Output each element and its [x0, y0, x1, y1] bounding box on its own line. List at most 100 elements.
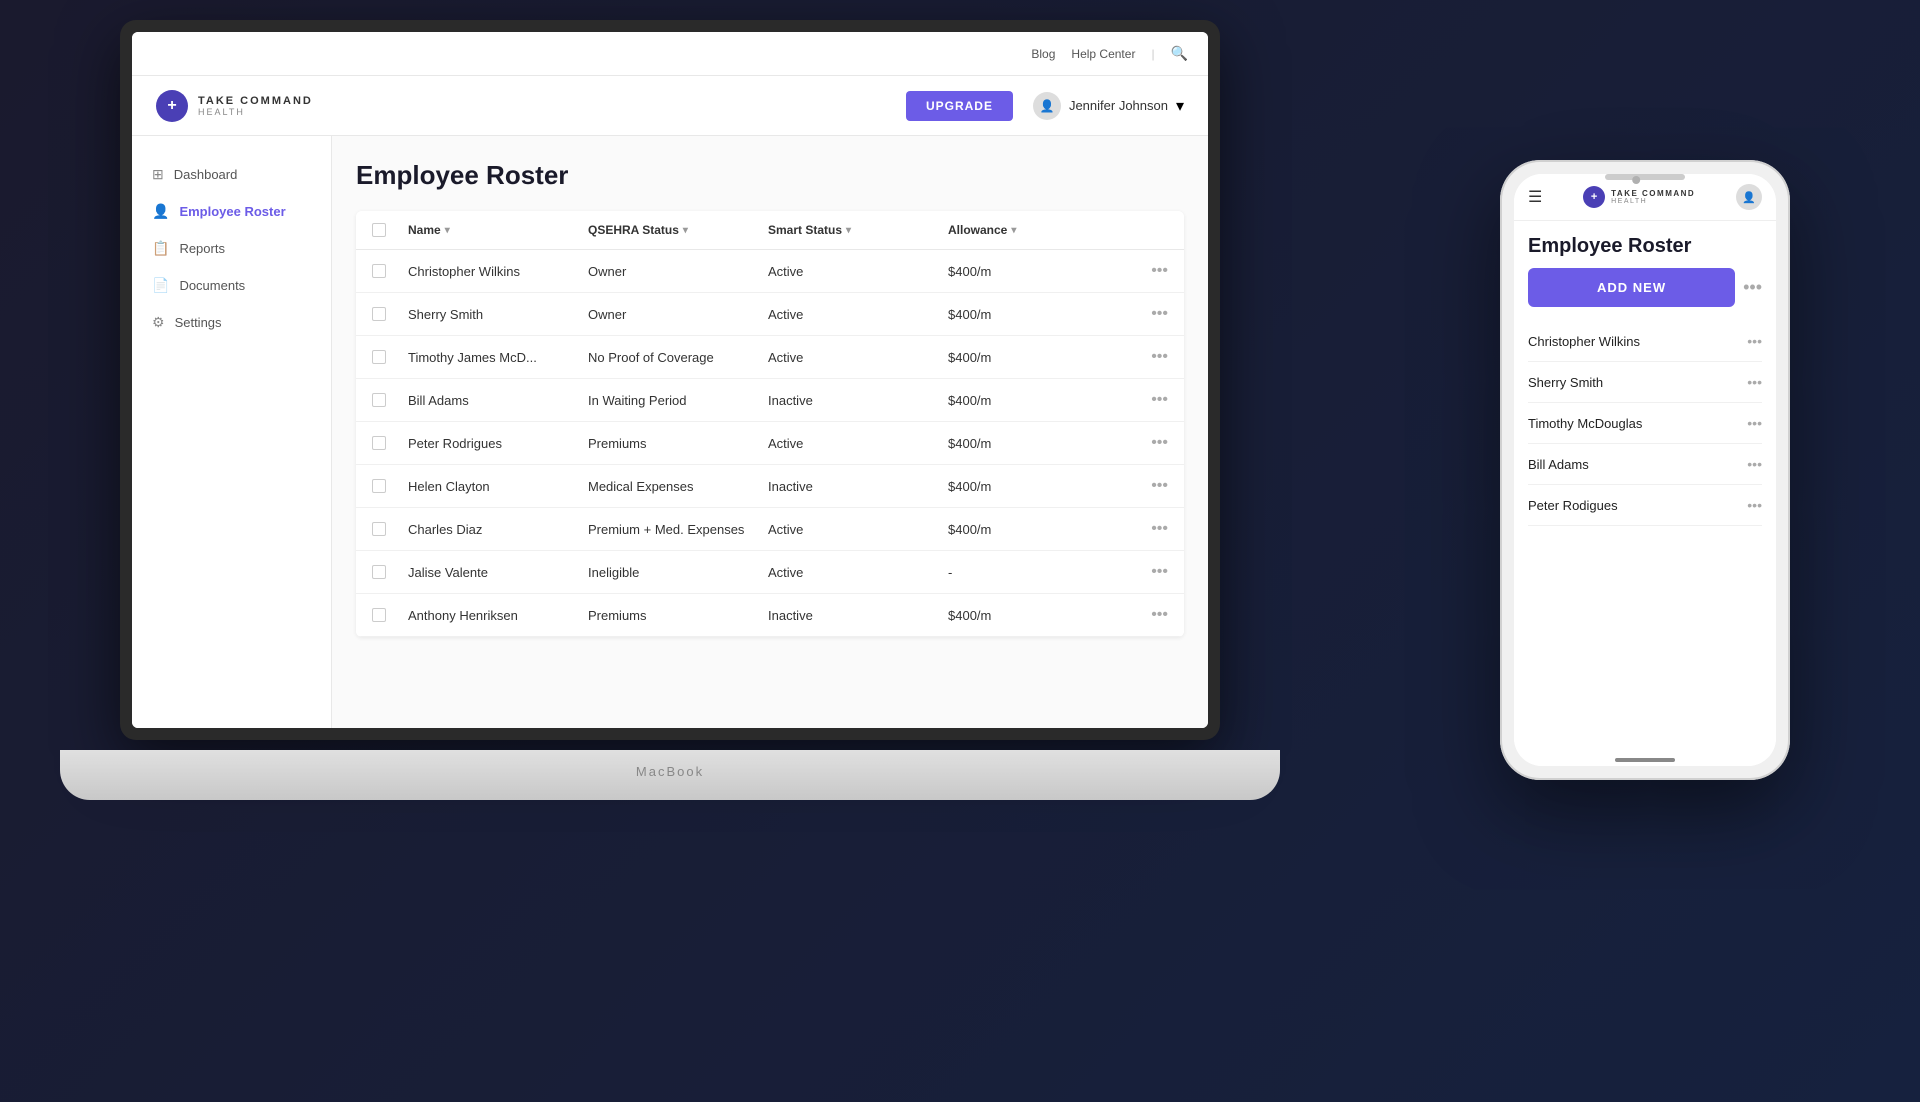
phone-employee-more-icon[interactable]: •••: [1747, 456, 1762, 472]
row-checkbox[interactable]: [372, 307, 408, 321]
phone-employee-item[interactable]: Peter Rodigues •••: [1528, 485, 1762, 526]
th-name[interactable]: Name ▾: [408, 223, 588, 237]
phone-add-more-icon[interactable]: •••: [1743, 277, 1762, 298]
phone-hamburger-icon[interactable]: ☰: [1528, 187, 1542, 207]
row-more-button[interactable]: •••: [1128, 262, 1168, 280]
th-smart-label: Smart Status: [768, 223, 842, 237]
phone-employee-item[interactable]: Christopher Wilkins •••: [1528, 321, 1762, 362]
phone-employee-name: Christopher Wilkins: [1528, 334, 1640, 349]
table-row[interactable]: Charles Diaz Premium + Med. Expenses Act…: [356, 508, 1184, 551]
row-name: Jalise Valente: [408, 565, 588, 580]
sidebar-item-label: Documents: [179, 278, 245, 293]
sidebar-item-label: Employee Roster: [179, 204, 285, 219]
phone-employee-item[interactable]: Timothy McDouglas •••: [1528, 403, 1762, 444]
sidebar-item-employee-roster[interactable]: 👤 Employee Roster: [132, 193, 331, 230]
table-row[interactable]: Bill Adams In Waiting Period Inactive $4…: [356, 379, 1184, 422]
row-qsehra: Premiums: [588, 436, 768, 451]
row-more-button[interactable]: •••: [1128, 348, 1168, 366]
row-name: Peter Rodrigues: [408, 436, 588, 451]
th-name-sort-icon: ▾: [445, 225, 450, 236]
employee-table: Name ▾ QSEHRA Status ▾ Smart Status ▾: [356, 211, 1184, 637]
row-checkbox[interactable]: [372, 565, 408, 579]
phone-employee-more-icon[interactable]: •••: [1747, 374, 1762, 390]
th-checkbox: [372, 223, 408, 237]
table-row[interactable]: Helen Clayton Medical Expenses Inactive …: [356, 465, 1184, 508]
blog-link[interactable]: Blog: [1031, 47, 1055, 61]
th-allowance[interactable]: Allowance ▾: [948, 223, 1128, 237]
phone-employee-more-icon[interactable]: •••: [1747, 497, 1762, 513]
row-name: Charles Diaz: [408, 522, 588, 537]
row-smart-status: Active: [768, 307, 948, 322]
user-name: Jennifer Johnson: [1069, 98, 1168, 113]
phone-employee-name: Peter Rodigues: [1528, 498, 1618, 513]
phone-employee-item[interactable]: Sherry Smith •••: [1528, 362, 1762, 403]
sidebar-item-reports[interactable]: 📋 Reports: [132, 230, 331, 267]
table-row[interactable]: Timothy James McD... No Proof of Coverag…: [356, 336, 1184, 379]
logo-icon: +: [156, 90, 188, 122]
th-smart-sort-icon: ▾: [846, 225, 851, 236]
th-qsehra[interactable]: QSEHRA Status ▾: [588, 223, 768, 237]
phone-employee-more-icon[interactable]: •••: [1747, 333, 1762, 349]
sidebar-item-settings[interactable]: ⚙ Settings: [132, 304, 331, 341]
phone-outer: ☰ + TAKE COMMAND HEALTH 👤 Employee Roste…: [1500, 160, 1790, 780]
phone-employee-more-icon[interactable]: •••: [1747, 415, 1762, 431]
row-checkbox[interactable]: [372, 608, 408, 622]
search-icon[interactable]: 🔍: [1171, 45, 1188, 62]
row-qsehra: Premiums: [588, 608, 768, 623]
phone-employee-item[interactable]: Bill Adams •••: [1528, 444, 1762, 485]
row-allowance: $400/m: [948, 608, 1128, 623]
row-name: Timothy James McD...: [408, 350, 588, 365]
phone-logo-area: + TAKE COMMAND HEALTH: [1583, 186, 1695, 208]
user-info[interactable]: 👤 Jennifer Johnson ▾: [1033, 92, 1184, 120]
phone-employee-name: Timothy McDouglas: [1528, 416, 1642, 431]
row-more-button[interactable]: •••: [1128, 305, 1168, 323]
row-qsehra: Owner: [588, 307, 768, 322]
help-center-link[interactable]: Help Center: [1071, 47, 1135, 61]
phone-logo-text-area: TAKE COMMAND HEALTH: [1611, 189, 1695, 206]
row-allowance: $400/m: [948, 307, 1128, 322]
row-more-button[interactable]: •••: [1128, 563, 1168, 581]
sidebar-item-dashboard[interactable]: ⊞ Dashboard: [132, 156, 331, 193]
row-more-button[interactable]: •••: [1128, 477, 1168, 495]
row-smart-status: Active: [768, 522, 948, 537]
row-more-button[interactable]: •••: [1128, 391, 1168, 409]
header-right: UPGRADE 👤 Jennifer Johnson ▾: [906, 91, 1184, 121]
row-allowance: $400/m: [948, 479, 1128, 494]
logo-name: TAKE COMMAND: [198, 95, 313, 107]
laptop-base: [60, 750, 1280, 800]
th-smart-status[interactable]: Smart Status ▾: [768, 223, 948, 237]
row-checkbox[interactable]: [372, 264, 408, 278]
phone-add-new-button[interactable]: ADD NEW: [1528, 268, 1735, 307]
phone-avatar[interactable]: 👤: [1736, 184, 1762, 210]
row-checkbox[interactable]: [372, 522, 408, 536]
row-checkbox[interactable]: [372, 479, 408, 493]
phone-logo-name: TAKE COMMAND: [1611, 189, 1695, 199]
upgrade-button[interactable]: UPGRADE: [906, 91, 1013, 121]
row-allowance: $400/m: [948, 393, 1128, 408]
table-row[interactable]: Anthony Henriksen Premiums Inactive $400…: [356, 594, 1184, 637]
row-more-button[interactable]: •••: [1128, 520, 1168, 538]
documents-icon: 📄: [152, 277, 169, 294]
row-name: Anthony Henriksen: [408, 608, 588, 623]
sidebar-item-documents[interactable]: 📄 Documents: [132, 267, 331, 304]
settings-icon: ⚙: [152, 314, 165, 331]
phone-employee-list: Christopher Wilkins ••• Sherry Smith •••…: [1514, 321, 1776, 526]
table-row[interactable]: Peter Rodrigues Premiums Active $400/m •…: [356, 422, 1184, 465]
phone-topbar: ☰ + TAKE COMMAND HEALTH 👤: [1514, 174, 1776, 221]
row-checkbox[interactable]: [372, 393, 408, 407]
row-checkbox[interactable]: [372, 350, 408, 364]
table-row[interactable]: Jalise Valente Ineligible Active - •••: [356, 551, 1184, 594]
table-row[interactable]: Sherry Smith Owner Active $400/m •••: [356, 293, 1184, 336]
row-checkbox[interactable]: [372, 436, 408, 450]
logo-subtitle: HEALTH: [198, 107, 313, 117]
th-qsehra-sort-icon: ▾: [683, 225, 688, 236]
table-rows-container: Christopher Wilkins Owner Active $400/m …: [356, 250, 1184, 637]
row-more-button[interactable]: •••: [1128, 606, 1168, 624]
row-more-button[interactable]: •••: [1128, 434, 1168, 452]
table-row[interactable]: Christopher Wilkins Owner Active $400/m …: [356, 250, 1184, 293]
phone-camera: [1632, 176, 1640, 184]
sidebar-item-label: Reports: [179, 241, 225, 256]
row-qsehra: In Waiting Period: [588, 393, 768, 408]
row-allowance: $400/m: [948, 264, 1128, 279]
select-all-checkbox[interactable]: [372, 223, 386, 237]
